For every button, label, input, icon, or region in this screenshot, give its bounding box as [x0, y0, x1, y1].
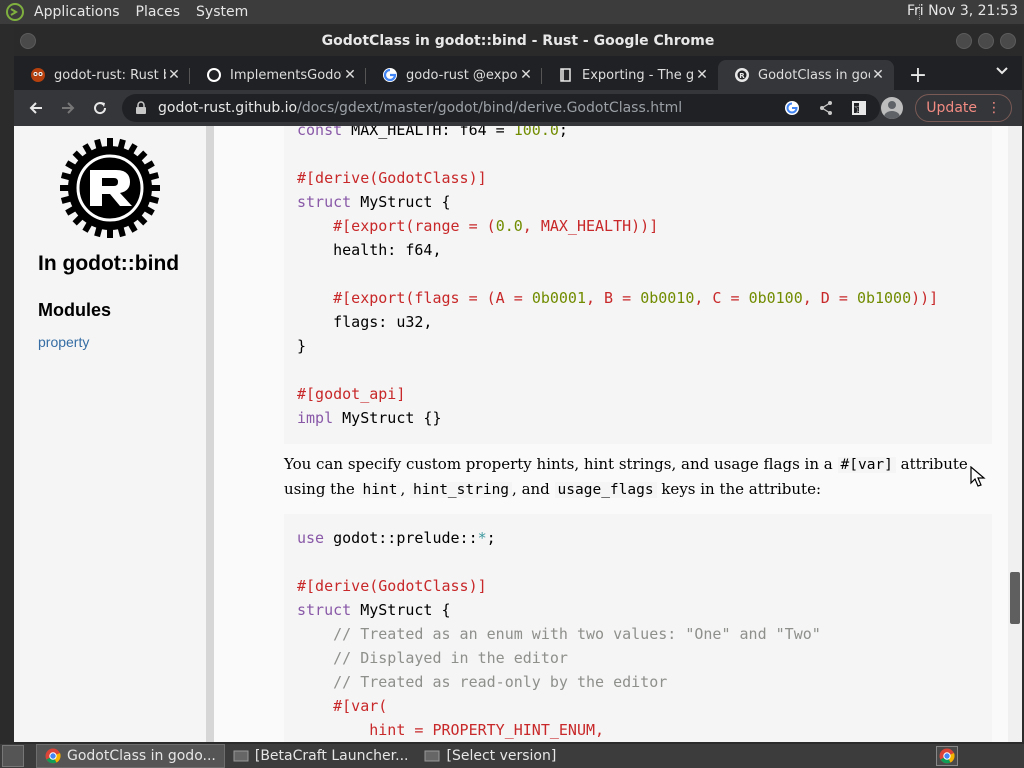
taskbar-item-label: [Select version]: [446, 748, 557, 764]
book-icon: [560, 68, 571, 82]
url-path: /docs/gdext/master/godot/bind/derive.God…: [297, 100, 683, 116]
godot-rust-icon: [31, 68, 45, 82]
tab-close-icon[interactable]: ✕: [518, 67, 534, 83]
maximize-button[interactable]: [978, 33, 994, 49]
doc-paragraph: You can specify custom property hints, h…: [284, 455, 968, 498]
taskbar-item-label: [BetaCraft Launcher...: [254, 748, 409, 764]
tab-label: ImplementsGodotE: [230, 67, 342, 83]
taskbar-item-select-version[interactable]: [Select version]: [416, 744, 564, 768]
update-label: Update: [926, 100, 977, 116]
update-button[interactable]: Update ⋮: [915, 94, 1012, 122]
tab-close-icon[interactable]: ✕: [694, 67, 710, 83]
url-host: godot-rust.github.io: [158, 100, 298, 116]
window-titlebar[interactable]: GodotClass in godot::bind - Rust - Googl…: [14, 26, 1022, 56]
tab-close-icon[interactable]: ✕: [342, 67, 358, 83]
page-scrollbar[interactable]: [1008, 126, 1022, 742]
crate-title: In godot::bind: [38, 252, 180, 275]
taskbar-item-label: GodotClass in godo...: [67, 748, 216, 764]
share-icon[interactable]: [816, 98, 836, 118]
sidebar-item-property[interactable]: property: [38, 334, 89, 350]
browser-window: GodotClass in godot::bind - Rust - Googl…: [14, 26, 1022, 742]
side-panel-icon[interactable]: [849, 98, 869, 118]
mouse-cursor-icon: [970, 466, 986, 487]
clock[interactable]: Fri Nov 3, 21:53: [907, 3, 1018, 19]
taskbar-item-chrome[interactable]: GodotClass in godo...: [36, 744, 225, 768]
java-app-icon: [233, 750, 249, 762]
chrome-icon: [45, 748, 61, 764]
tray-chrome-icon[interactable]: [936, 746, 958, 766]
tab-search-chevron-down-icon[interactable]: [996, 64, 1008, 79]
menu-places[interactable]: Places: [136, 4, 181, 20]
browser-toolbar: godot-rust.github.io/docs/gdext/master/g…: [14, 90, 1022, 126]
lock-icon[interactable]: [134, 101, 148, 115]
rust-logo-icon[interactable]: [58, 136, 162, 240]
back-arrow-icon[interactable]: [20, 92, 52, 124]
kebab-menu-icon[interactable]: ⋮: [987, 100, 1001, 116]
new-tab-button[interactable]: +: [904, 61, 932, 89]
tab-label: Exporting - The gd: [582, 67, 694, 83]
tab-godotclass-active[interactable]: R GodotClass in godo ✕: [718, 60, 894, 90]
svg-text:R: R: [739, 72, 745, 80]
tab-label: godo-rust @export: [406, 67, 518, 83]
tab-exporting[interactable]: Exporting - The gd ✕: [542, 60, 718, 90]
address-bar[interactable]: godot-rust.github.io/docs/gdext/master/g…: [122, 94, 880, 122]
tab-close-icon[interactable]: ✕: [166, 67, 182, 83]
window-menu-button[interactable]: [20, 33, 36, 49]
google-lens-icon[interactable]: [782, 98, 802, 118]
reload-icon[interactable]: [84, 92, 116, 124]
rust-icon: R: [735, 68, 749, 82]
code-block-export-example: const MAX_HEALTH: f64 = 100.0; #[derive(…: [284, 126, 992, 444]
forward-arrow-icon[interactable]: [52, 92, 84, 124]
show-desktop-button[interactable]: [2, 745, 24, 767]
tab-label: godot-rust: Rust bi: [54, 67, 166, 83]
sidebar-resizer[interactable]: [206, 126, 214, 742]
page-content: In godot::bind Modules property const MA…: [14, 126, 1022, 742]
code-block-var-example: use godot::prelude::*; #[derive(GodotCla…: [284, 514, 992, 742]
menu-applications[interactable]: Applications: [34, 4, 120, 20]
taskbar-item-betacraft[interactable]: [BetaCraft Launcher...: [225, 744, 417, 768]
menu-system[interactable]: System: [196, 4, 248, 20]
top-panel: Applications Places System Fri Nov 3, 21…: [0, 0, 1024, 24]
profile-avatar-icon[interactable]: [881, 97, 904, 119]
taskbar: GodotClass in godo... [BetaCraft Launche…: [0, 744, 1024, 768]
google-icon: [383, 68, 397, 82]
distro-logo-icon[interactable]: [4, 1, 26, 23]
docs-sidebar: In godot::bind Modules property: [14, 126, 206, 742]
modules-heading: Modules: [38, 300, 112, 320]
tab-label: GodotClass in godo: [758, 67, 870, 83]
window-title: GodotClass in godot::bind - Rust - Googl…: [321, 33, 715, 49]
close-window-button[interactable]: [1000, 33, 1016, 49]
minimize-button[interactable]: [956, 33, 972, 49]
scrollbar-thumb[interactable]: [1010, 572, 1020, 624]
tab-godot-rust[interactable]: godot-rust: Rust bi ✕: [14, 60, 190, 90]
tab-google-search[interactable]: godo-rust @export ✕: [366, 60, 542, 90]
tab-strip: godot-rust: Rust bi ✕ ImplementsGodotE ✕…: [14, 56, 1022, 90]
tab-close-icon[interactable]: ✕: [870, 67, 886, 83]
github-icon: [207, 68, 221, 82]
tab-implements-godot[interactable]: ImplementsGodotE ✕: [190, 60, 366, 90]
java-app-icon: [424, 750, 440, 762]
